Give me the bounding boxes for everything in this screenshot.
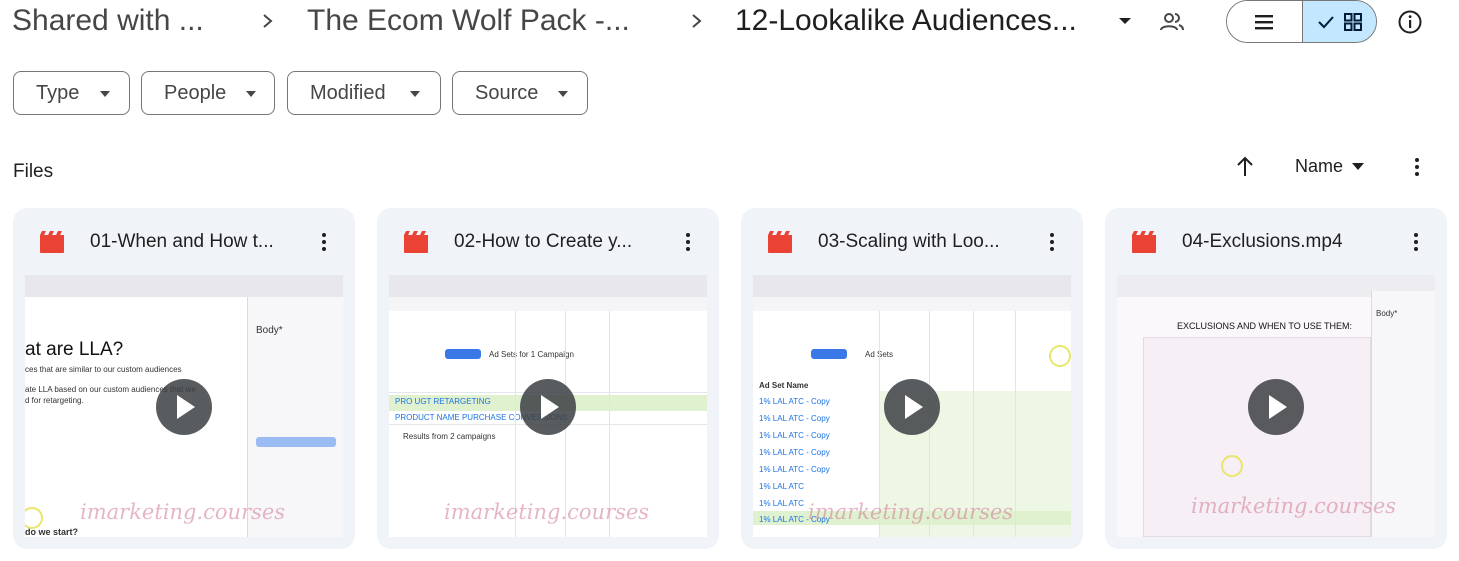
grid-view-button[interactable]	[1302, 1, 1376, 42]
file-name[interactable]: 01-When and How t...	[90, 229, 305, 255]
thumbnail-address-bar	[389, 297, 707, 311]
thumbnail-row-text: 1% LAL ATC	[759, 482, 804, 491]
file-name[interactable]: 04-Exclusions.mp4	[1182, 229, 1397, 255]
video-thumbnail[interactable]: Ad Sets for 1 Campaign PRO UGT RETARGETI…	[389, 275, 707, 537]
thumbnail-browser-tabs	[389, 275, 707, 297]
people-icon[interactable]	[1158, 8, 1186, 36]
files-section-title: Files	[13, 161, 54, 182]
file-card[interactable]: 02-How to Create y... Ad Sets for 1 Camp…	[377, 208, 719, 549]
check-icon	[1318, 16, 1334, 29]
cursor-highlight	[25, 507, 43, 529]
caret-down-icon	[100, 91, 110, 97]
more-vert-icon[interactable]	[1038, 228, 1066, 256]
filter-type-chip[interactable]: Type	[13, 71, 130, 115]
sort-by-button[interactable]: Name	[1295, 154, 1343, 178]
sort-direction-arrow-up-icon[interactable]	[1232, 154, 1258, 180]
thumbnail-row-text: PRO UGT RETARGETING	[395, 397, 491, 406]
filter-modified-chip[interactable]: Modified	[287, 71, 441, 115]
cursor-highlight	[1221, 455, 1243, 477]
thumbnail-heading: at are LLA?	[25, 339, 124, 360]
play-icon	[905, 395, 923, 419]
chevron-right-icon	[692, 14, 702, 28]
play-icon	[541, 395, 559, 419]
thumbnail-row-text: Results from 2 campaigns	[403, 432, 496, 441]
video-file-icon	[1132, 231, 1156, 253]
thumbnail-row-text: 1% LAL ATC - Copy	[759, 397, 830, 406]
file-card[interactable]: 01-When and How t... Body* at are LLA? c…	[13, 208, 355, 549]
filter-source-label: Source	[475, 82, 539, 104]
thumbnail-toolbar	[25, 275, 343, 297]
list-view-icon	[1255, 15, 1273, 30]
video-file-icon	[404, 231, 428, 253]
thumbnail-heading: EXCLUSIONS AND WHEN TO USE THEM:	[1177, 321, 1353, 331]
thumbnail-panel-label: Body*	[1376, 309, 1398, 318]
watermark: imarketing.courses	[808, 500, 1014, 524]
breadcrumb-item-folder[interactable]: The Ecom Wolf Pack -...	[307, 2, 630, 40]
thumbnail-browser-tabs	[753, 275, 1071, 297]
video-thumbnail[interactable]: Ad Sets Ad Set Name 1% LAL ATC - Copy 1%…	[753, 275, 1071, 537]
thumbnail-row-text: 1% LAL ATC - Copy	[759, 465, 830, 474]
caret-down-icon	[410, 91, 420, 97]
thumbnail-row-text: 1% LAL ATC	[759, 499, 804, 508]
cursor-highlight	[1049, 345, 1071, 367]
thumbnail-tab-label: Ad Sets for 1 Campaign	[489, 350, 574, 359]
grid-view-icon	[1344, 13, 1362, 31]
more-vert-icon[interactable]	[1402, 228, 1430, 256]
list-view-button[interactable]	[1227, 1, 1302, 42]
more-vert-icon[interactable]	[310, 228, 338, 256]
thumbnail-selected-chip	[811, 349, 847, 359]
caret-down-icon	[246, 91, 256, 97]
play-button[interactable]	[156, 379, 212, 435]
more-vert-icon[interactable]	[674, 228, 702, 256]
filter-type-label: Type	[36, 82, 80, 104]
play-icon	[1269, 395, 1287, 419]
breadcrumb-current-folder[interactable]: 12-Lookalike Audiences...	[735, 2, 1077, 40]
chevron-right-icon	[263, 14, 273, 28]
watermark: imarketing.courses	[444, 500, 650, 524]
caret-down-icon	[558, 91, 568, 97]
play-icon	[177, 395, 195, 419]
thumbnail-text-line: d for retargeting.	[25, 396, 84, 405]
filter-people-chip[interactable]: People	[141, 71, 275, 115]
caret-down-icon[interactable]	[1350, 161, 1366, 173]
thumbnail-selected-chip	[445, 349, 481, 359]
video-file-icon	[768, 231, 792, 253]
play-button[interactable]	[884, 379, 940, 435]
thumbnail-address-bar	[753, 297, 1071, 311]
thumbnail-column-header: Ad Set Name	[759, 381, 809, 390]
caret-down-icon[interactable]	[1114, 10, 1136, 32]
thumbnail-row-text: 1% LAL ATC - Copy	[759, 448, 830, 457]
video-file-icon	[40, 231, 64, 253]
file-name[interactable]: 02-How to Create y...	[454, 229, 669, 255]
thumbnail-text-line: ces that are similar to our custom audie…	[25, 365, 182, 374]
play-button[interactable]	[1248, 379, 1304, 435]
thumbnail-row-text: 1% LAL ATC - Copy	[759, 431, 830, 440]
thumbnail-panel-label: Body*	[256, 325, 283, 336]
play-button[interactable]	[520, 379, 576, 435]
file-card[interactable]: 03-Scaling with Loo... Ad Sets Ad Set Na…	[741, 208, 1083, 549]
thumbnail-column-line	[1015, 311, 1016, 537]
thumbnail-panel-control	[256, 437, 336, 447]
file-name[interactable]: 03-Scaling with Loo...	[818, 229, 1033, 255]
top-bar: Shared with ... The Ecom Wolf Pack -... …	[0, 0, 1459, 44]
view-toggle	[1226, 0, 1377, 43]
thumbnail-row-text: 1% LAL ATC - Copy	[759, 414, 830, 423]
filter-source-chip[interactable]: Source	[452, 71, 588, 115]
video-thumbnail[interactable]: Body* at are LLA? ces that are similar t…	[25, 275, 343, 537]
file-card[interactable]: 04-Exclusions.mp4 Body* EXCLUSIONS AND W…	[1105, 208, 1447, 549]
breadcrumb-item-shared[interactable]: Shared with ...	[12, 2, 204, 40]
video-thumbnail[interactable]: Body* EXCLUSIONS AND WHEN TO USE THEM: i…	[1117, 275, 1435, 537]
watermark: imarketing.courses	[1191, 494, 1397, 518]
filter-modified-label: Modified	[310, 82, 386, 104]
watermark: imarketing.courses	[80, 500, 286, 524]
info-icon[interactable]	[1396, 8, 1424, 36]
more-vert-icon[interactable]	[1404, 154, 1430, 180]
filter-people-label: People	[164, 82, 227, 104]
